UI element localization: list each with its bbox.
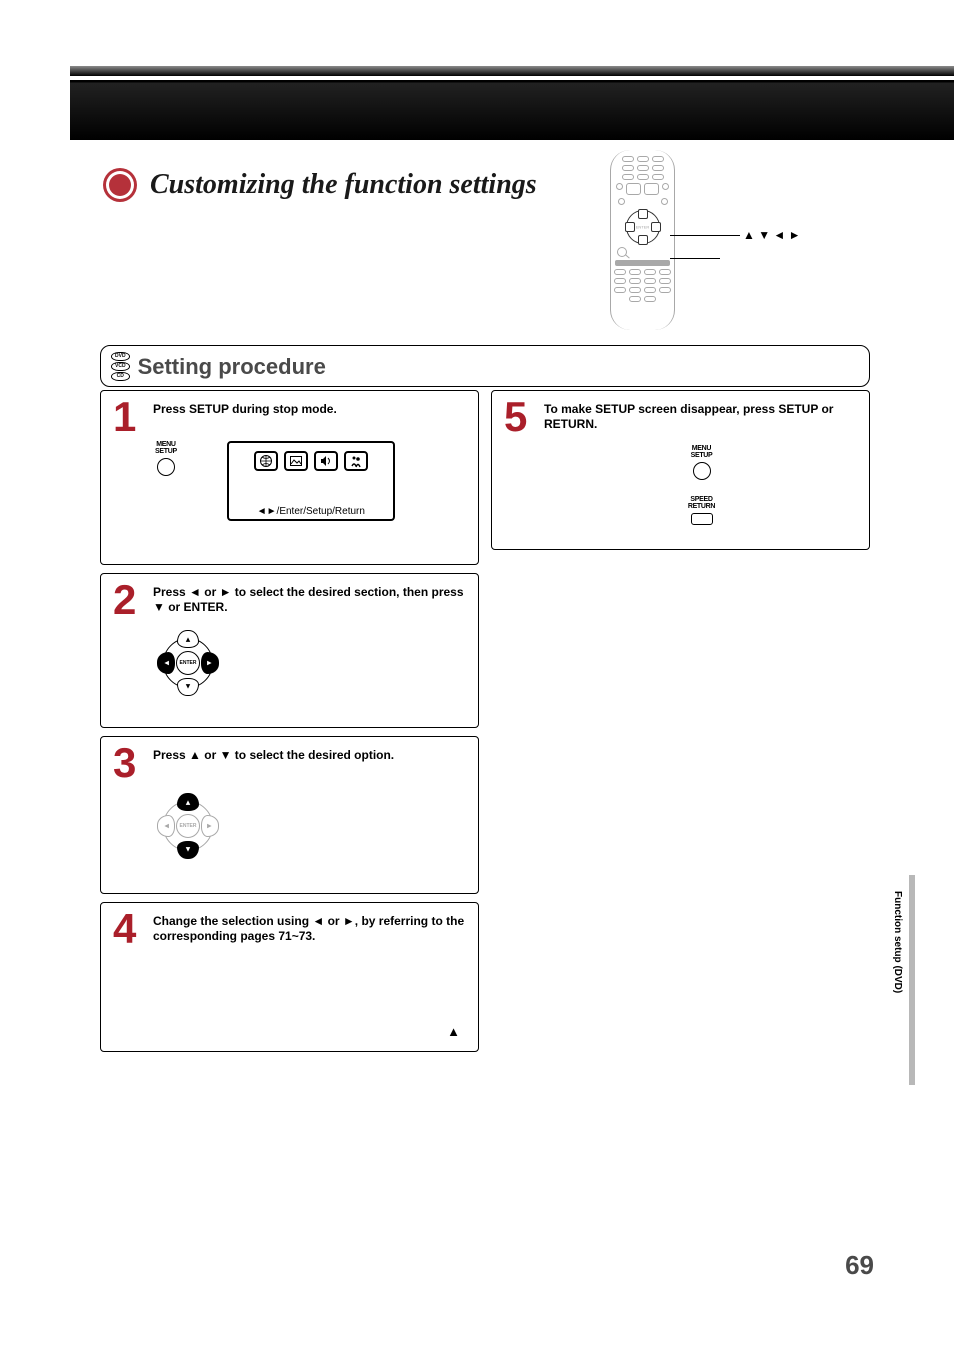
callout-line-a	[670, 235, 740, 236]
step-5-text: To make SETUP screen disappear, press SE…	[544, 399, 857, 432]
right-column: 5 To make SETUP screen disappear, press …	[491, 390, 870, 1052]
enter-label: ENTER	[176, 651, 200, 675]
left-column: 1 Press SETUP during stop mode. MENU SET…	[100, 390, 479, 1052]
step-2: 2 Press ◄ or ► to select the desired sec…	[100, 573, 479, 728]
page-number: 69	[845, 1250, 874, 1281]
disc-dvd: DVD	[111, 352, 130, 361]
disc-cd: CD	[111, 372, 130, 381]
callout-line-b	[670, 258, 720, 259]
osd-parental-icon	[344, 451, 368, 471]
remote-dpad-icon	[626, 210, 660, 244]
sun-icon	[100, 165, 140, 205]
decorative-top-band	[70, 80, 954, 140]
remote-arrows-label: ▲ ▼ ◄ ►	[743, 228, 801, 242]
remote-diagram: ▲ ▼ ◄ ►	[610, 150, 840, 350]
osd-panel: ◄►/Enter/Setup/Return	[227, 441, 395, 521]
disc-badges: DVD VCD CD	[111, 352, 130, 381]
step-columns: 1 Press SETUP during stop mode. MENU SET…	[100, 390, 870, 1052]
menu-setup-label: MENU SETUP	[155, 441, 177, 455]
step-2-text: Press ◄ or ► to select the desired secti…	[153, 582, 466, 615]
dpad-left-right-icon: ▴ ▴ ▴ ▴ ENTER	[155, 630, 221, 696]
step-4-number: 4	[113, 911, 143, 947]
step-5: 5 To make SETUP screen disappear, press …	[491, 390, 870, 550]
section-header: DVD VCD CD Setting procedure	[100, 345, 870, 387]
osd-picture-icon	[284, 451, 308, 471]
step-4-text: Change the selection using ◄ or ►, by re…	[153, 911, 466, 944]
step-5-number: 5	[504, 399, 534, 435]
osd-hint: ◄►/Enter/Setup/Return	[257, 506, 365, 517]
osd-audio-icon	[314, 451, 338, 471]
enter-label: ENTER	[176, 814, 200, 838]
step-3: 3 Press ▲ or ▼ to select the desired opt…	[100, 736, 479, 894]
speed-return-button-icon: SPEED RETURN	[546, 496, 857, 525]
menu-setup-button-icon: MENU SETUP	[155, 441, 177, 476]
side-tab-text: Function setup (DVD)	[892, 891, 903, 993]
step5-btn1-label: MENU SETUP	[691, 445, 713, 459]
step-3-number: 3	[113, 745, 143, 781]
remote-outline	[610, 150, 675, 330]
step-4: 4 Change the selection using ◄ or ►, by …	[100, 902, 479, 1052]
step-4-arrow: ▲	[447, 1024, 460, 1039]
section-title: Setting procedure	[138, 354, 326, 380]
disc-vcd: VCD	[111, 362, 130, 371]
step-1-text: Press SETUP during stop mode.	[153, 399, 337, 417]
step-3-text: Press ▲ or ▼ to select the desired optio…	[153, 745, 394, 763]
step-1: 1 Press SETUP during stop mode. MENU SET…	[100, 390, 479, 565]
menu-setup-button-icon: MENU SETUP	[546, 445, 857, 480]
side-index-tab: Function setup (DVD)	[898, 875, 914, 1085]
step5-btn2-label: SPEED RETURN	[688, 496, 715, 510]
dpad-up-down-icon: ▴ ▴ ▴ ▴ ENTER	[155, 793, 221, 859]
osd-icons-row	[254, 451, 368, 471]
step-2-number: 2	[113, 582, 143, 618]
page-title: Customizing the function settings	[150, 169, 537, 201]
osd-language-icon	[254, 451, 278, 471]
step-1-number: 1	[113, 399, 143, 435]
